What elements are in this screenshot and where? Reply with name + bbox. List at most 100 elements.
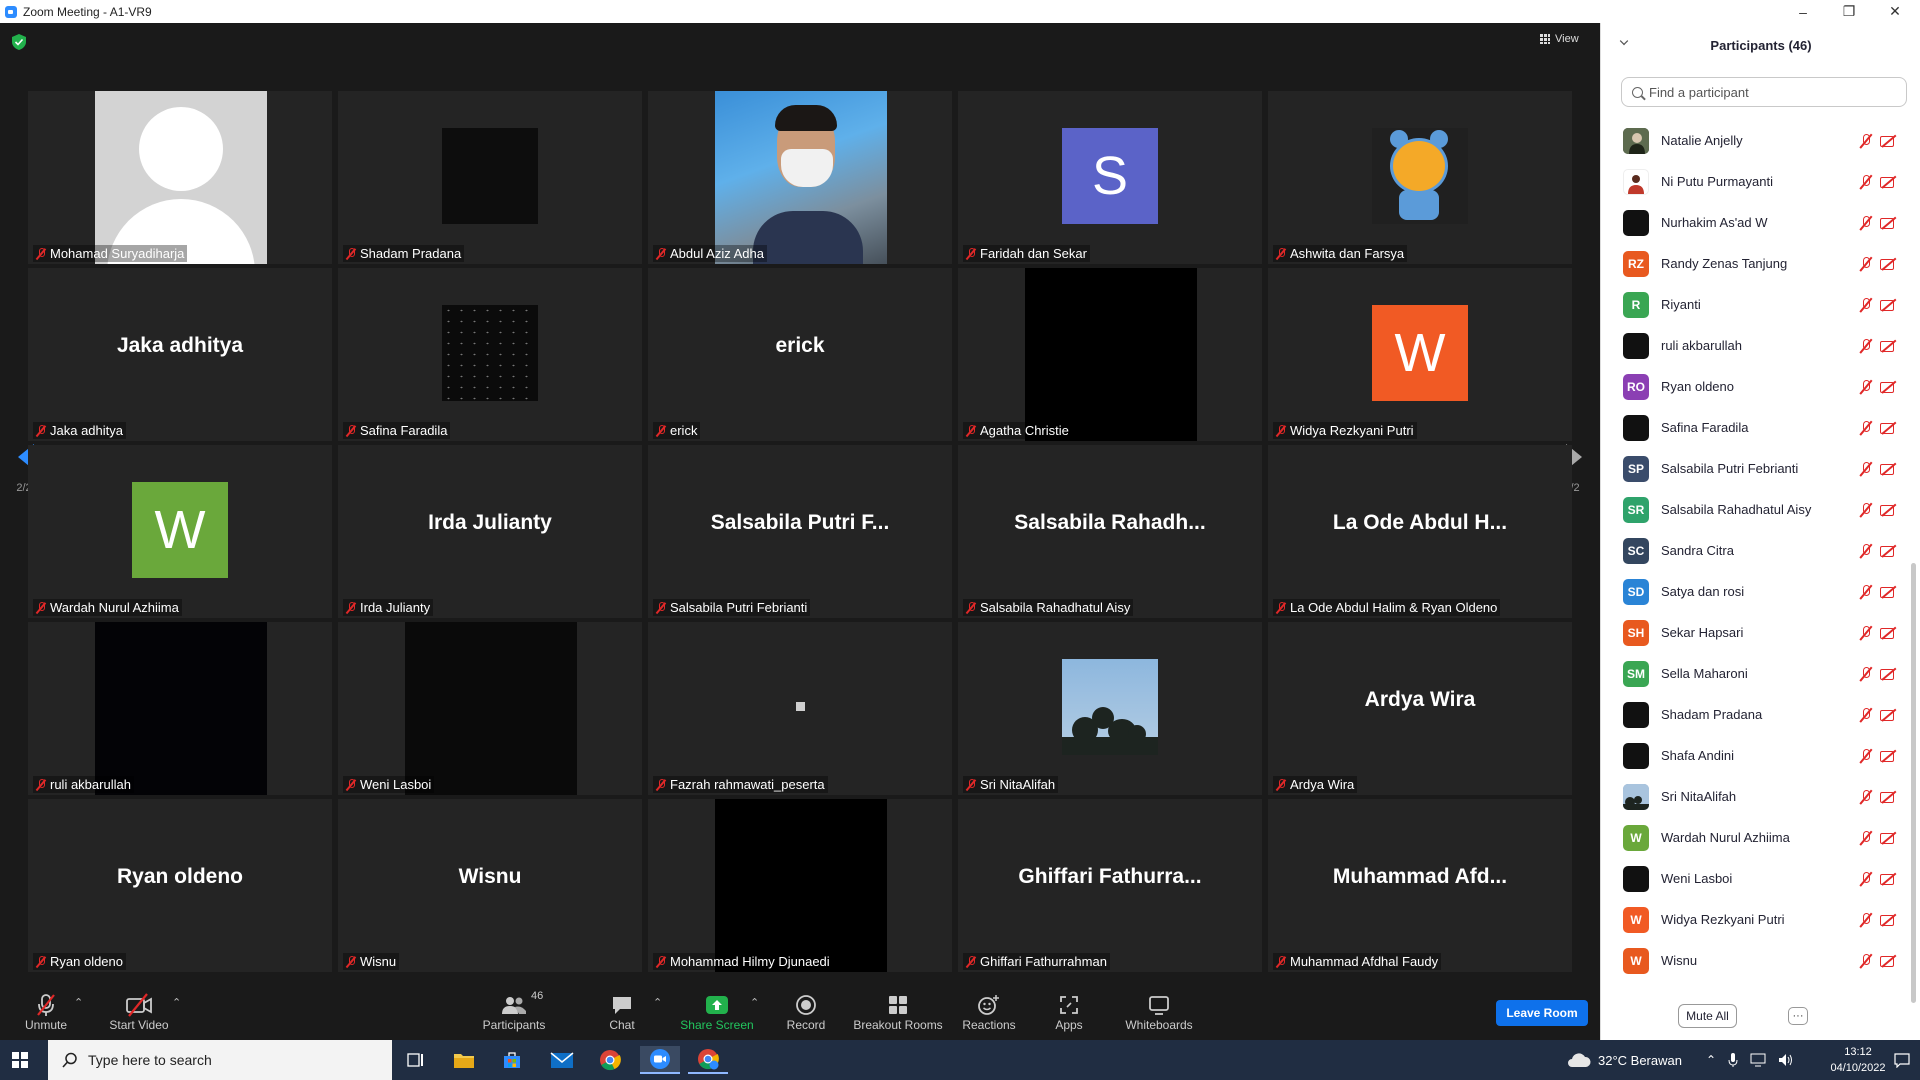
video-off-icon[interactable] (1879, 707, 1899, 723)
participant-row[interactable]: W Wardah Nurul Azhiima (1601, 817, 1913, 858)
video-options-caret-icon[interactable]: ⌃ (172, 996, 181, 1009)
video-off-icon[interactable] (1879, 912, 1899, 928)
video-off-icon[interactable] (1879, 420, 1899, 436)
start-video-button[interactable]: Start Video (106, 992, 172, 1032)
share-options-caret-icon[interactable]: ⌃ (750, 996, 759, 1009)
task-view-icon[interactable] (396, 1046, 436, 1074)
minimize-button[interactable]: – (1780, 0, 1826, 23)
apps-button[interactable]: Apps (1050, 992, 1088, 1032)
participant-row[interactable]: ruli akbarullah (1601, 325, 1913, 366)
mic-muted-icon[interactable] (1859, 953, 1873, 969)
close-button[interactable]: ✕ (1872, 0, 1918, 23)
chat-button[interactable]: Chat (600, 992, 644, 1032)
video-tile[interactable]: Jaka adhitya Jaka adhitya (28, 268, 332, 441)
audio-options-caret-icon[interactable]: ⌃ (74, 996, 83, 1009)
video-off-icon[interactable] (1879, 502, 1899, 518)
find-participant-input[interactable] (1649, 84, 1889, 100)
video-tile[interactable]: Safina Faradila (338, 268, 642, 441)
microphone-icon[interactable] (1728, 1052, 1738, 1068)
weather-widget[interactable]: 32°C Berawan (1566, 1040, 1682, 1080)
mic-muted-icon[interactable] (1859, 584, 1873, 600)
whiteboards-button[interactable]: Whiteboards (1124, 992, 1194, 1032)
video-off-icon[interactable] (1879, 174, 1899, 190)
video-tile[interactable]: Shadam Pradana (338, 91, 642, 264)
video-off-icon[interactable] (1879, 953, 1899, 969)
encryption-shield-icon[interactable] (12, 34, 26, 50)
breakout-rooms-button[interactable]: Breakout Rooms (852, 992, 944, 1032)
video-tile[interactable]: Wisnu Wisnu (338, 799, 642, 972)
participant-row[interactable]: R Riyanti (1601, 284, 1913, 325)
zoom-taskbar-icon[interactable] (640, 1046, 680, 1074)
mic-muted-icon[interactable] (1859, 789, 1873, 805)
participant-row[interactable]: W Wisnu (1601, 940, 1913, 981)
chat-options-caret-icon[interactable]: ⌃ (653, 996, 662, 1009)
video-off-icon[interactable] (1879, 748, 1899, 764)
video-off-icon[interactable] (1879, 666, 1899, 682)
windows-start-icon[interactable] (12, 1052, 28, 1068)
participant-row[interactable]: SD Satya dan rosi (1601, 571, 1913, 612)
video-tile[interactable]: Ghiffari Fathurra... Ghiffari Fathurrahm… (958, 799, 1262, 972)
video-off-icon[interactable] (1879, 133, 1899, 149)
participant-row[interactable]: Shadam Pradana (1601, 694, 1913, 735)
taskbar-clock[interactable]: 13:12 04/10/2022 (1826, 1044, 1890, 1076)
participant-list-scrollbar[interactable] (1911, 563, 1916, 1003)
mic-muted-icon[interactable] (1859, 830, 1873, 846)
video-tile[interactable]: Abdul Aziz Adha (648, 91, 952, 264)
video-off-icon[interactable] (1879, 789, 1899, 805)
microsoft-store-icon[interactable] (492, 1046, 532, 1074)
video-off-icon[interactable] (1879, 297, 1899, 313)
video-off-icon[interactable] (1879, 379, 1899, 395)
video-tile[interactable]: Mohamad Suryadiharja (28, 91, 332, 264)
taskbar-search-box[interactable] (48, 1040, 392, 1080)
record-button[interactable]: Record (782, 992, 830, 1032)
more-options-button[interactable]: ··· (1788, 1007, 1808, 1025)
leave-room-button[interactable]: Leave Room (1496, 1000, 1588, 1026)
participant-row[interactable]: SM Sella Maharoni (1601, 653, 1913, 694)
participant-row[interactable]: SR Salsabila Rahadhatul Aisy (1601, 489, 1913, 530)
mic-muted-icon[interactable] (1859, 625, 1873, 641)
video-tile[interactable]: W Widya Rezkyani Putri (1268, 268, 1572, 441)
video-tile[interactable]: Weni Lasboi (338, 622, 642, 795)
video-off-icon[interactable] (1879, 871, 1899, 887)
share-screen-button[interactable]: Share Screen (680, 992, 754, 1032)
taskbar-search-input[interactable] (88, 1052, 378, 1068)
file-explorer-icon[interactable] (444, 1046, 484, 1074)
video-off-icon[interactable] (1879, 338, 1899, 354)
video-tile[interactable]: ruli akbarullah (28, 622, 332, 795)
mic-muted-icon[interactable] (1859, 297, 1873, 313)
find-participant-search[interactable] (1621, 77, 1907, 107)
mic-muted-icon[interactable] (1859, 912, 1873, 928)
video-tile[interactable]: Ardya Wira Ardya Wira (1268, 622, 1572, 795)
video-tile[interactable]: erick erick (648, 268, 952, 441)
mute-all-button[interactable]: Mute All (1678, 1004, 1737, 1028)
video-tile[interactable]: Fazrah rahmawati_peserta (648, 622, 952, 795)
participant-row[interactable]: RO Ryan oldeno (1601, 366, 1913, 407)
view-button[interactable]: View (1540, 33, 1579, 45)
video-off-icon[interactable] (1879, 625, 1899, 641)
maximize-button[interactable]: ❐ (1826, 0, 1872, 23)
mic-muted-icon[interactable] (1859, 338, 1873, 354)
mic-muted-icon[interactable] (1859, 420, 1873, 436)
mic-muted-icon[interactable] (1859, 502, 1873, 518)
participant-row[interactable]: RZ Randy Zenas Tanjung (1601, 243, 1913, 284)
video-tile[interactable]: Ryan oldeno Ryan oldeno (28, 799, 332, 972)
network-icon[interactable] (1750, 1053, 1766, 1067)
participant-row[interactable]: Ni Putu Purmayanti (1601, 161, 1913, 202)
participant-row[interactable]: Natalie Anjelly (1601, 120, 1913, 161)
video-tile[interactable]: Agatha Christie (958, 268, 1262, 441)
show-hidden-icons-chevron-icon[interactable]: ⌃ (1706, 1053, 1716, 1067)
video-off-icon[interactable] (1879, 256, 1899, 272)
unmute-button[interactable]: Unmute (20, 992, 72, 1032)
mic-muted-icon[interactable] (1859, 666, 1873, 682)
video-tile[interactable]: Muhammad Afd... Muhammad Afdhal Faudy (1268, 799, 1572, 972)
mic-muted-icon[interactable] (1859, 379, 1873, 395)
notifications-icon[interactable] (1894, 1052, 1910, 1068)
video-tile[interactable]: Ashwita dan Farsya (1268, 91, 1572, 264)
participant-row[interactable]: SH Sekar Hapsari (1601, 612, 1913, 653)
participant-row[interactable]: Weni Lasboi (1601, 858, 1913, 899)
participants-button[interactable]: 46 Participants (478, 990, 550, 1032)
participant-row[interactable]: Nurhakim As'ad W (1601, 202, 1913, 243)
mic-muted-icon[interactable] (1859, 707, 1873, 723)
mic-muted-icon[interactable] (1859, 871, 1873, 887)
chrome-zoom-taskbar-icon[interactable] (688, 1046, 728, 1074)
